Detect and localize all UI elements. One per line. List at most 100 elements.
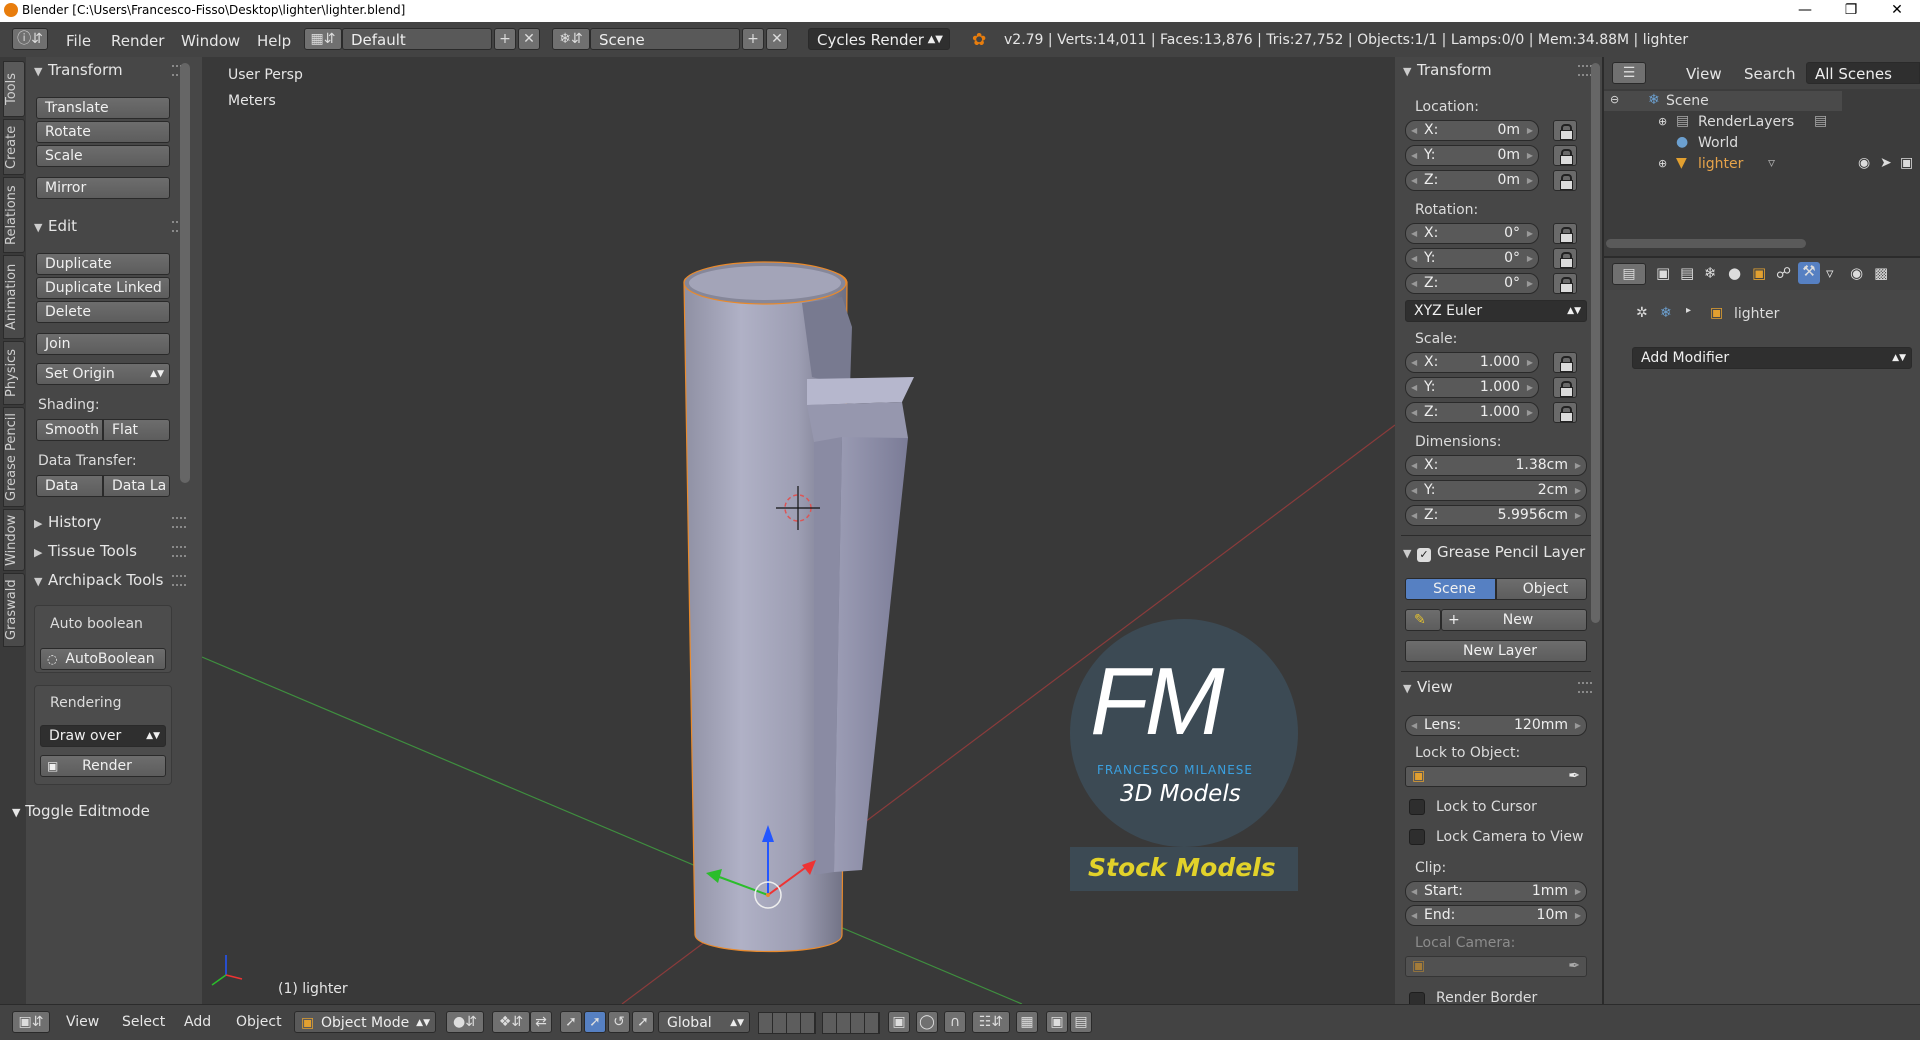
enable-checkbox[interactable]: ✓ (1417, 548, 1431, 562)
scene-tab-button[interactable]: Scene (1405, 578, 1496, 600)
lock-icon[interactable] (1553, 273, 1577, 294)
mirror-button[interactable]: Mirror (36, 177, 170, 199)
data-layout-button[interactable]: Data La (103, 475, 170, 497)
draw-over-select[interactable]: Draw over ▲▼ (40, 725, 166, 747)
lock-camera-to-view-checkbox[interactable] (1409, 829, 1425, 845)
outliner-item-renderlayers[interactable]: RenderLayers (1698, 114, 1794, 130)
3d-viewport[interactable]: User Persp Meters (1) lighter FM FRANCES… (202, 57, 1395, 1004)
scale-button[interactable]: Scale (36, 145, 170, 167)
location-y-field[interactable]: ◀ Y: 0m ▶ (1405, 145, 1539, 166)
drag-handle-icon[interactable] (172, 575, 186, 586)
rotation-x-field[interactable]: ◀ X: 0° ▶ (1405, 223, 1539, 244)
scale-manipulator-icon[interactable]: ↺ (608, 1011, 630, 1033)
snap-toggle-icon[interactable]: ∩ (944, 1011, 966, 1033)
object-mode-select[interactable]: ▣ Object Mode ▲▼ (294, 1011, 436, 1033)
tab-window[interactable]: Window (3, 509, 25, 571)
lock-icon[interactable] (1553, 145, 1577, 166)
texture-tab-icon[interactable]: ▩ (1874, 264, 1888, 282)
opengl-render-icon[interactable]: ▣ (1046, 1011, 1068, 1033)
world-tab-icon[interactable]: ● (1728, 264, 1741, 282)
rotate-button[interactable]: Rotate (36, 121, 170, 143)
render-engine-select[interactable]: Cycles Render ▲▼ (808, 28, 950, 50)
outliner-item-scene[interactable]: Scene (1666, 93, 1709, 109)
remove-scene-button[interactable]: ✕ (766, 28, 788, 50)
expand-icon[interactable]: ⊕ (1658, 157, 1667, 170)
tab-create[interactable]: Create (3, 119, 25, 175)
grease-pencil-icon[interactable]: ✎ (1405, 609, 1441, 631)
lock-icon[interactable] (1553, 377, 1577, 398)
screen-layout-field[interactable]: Default (342, 28, 492, 50)
menu-view[interactable]: View (66, 1014, 99, 1030)
outliner-editor-type-icon[interactable]: ☰ (1612, 62, 1646, 84)
menu-select[interactable]: Select (122, 1014, 165, 1030)
layers-grid-icon[interactable] (822, 1012, 880, 1034)
transform-orientation-select[interactable]: Global ▲▼ (658, 1011, 750, 1033)
n-panel-scrollbar[interactable] (1591, 63, 1600, 623)
location-x-field[interactable]: ◀ X: 0m ▶ (1405, 120, 1539, 141)
object-tab-icon[interactable]: ▣ (1752, 264, 1766, 282)
add-scene-button[interactable]: + (742, 28, 764, 50)
drag-handle-icon[interactable] (172, 546, 186, 557)
lock-to-cursor-checkbox[interactable] (1409, 799, 1425, 815)
remove-layout-button[interactable]: ✕ (518, 28, 540, 50)
lens-field[interactable]: ◀ Lens: 120mm ▶ (1405, 715, 1587, 736)
render-layers-tab-icon[interactable]: ▤ (1680, 264, 1694, 282)
outliner-search-menu[interactable]: Search (1744, 65, 1796, 83)
history-panel-header[interactable]: ▶ History (34, 513, 101, 531)
edit-panel-header[interactable]: ▼ Edit (34, 217, 77, 235)
lock-icon[interactable] (1553, 223, 1577, 244)
set-origin-select[interactable]: Set Origin ▲▼ (36, 363, 170, 385)
autoboolean-button[interactable]: ◌ AutoBoolean (40, 648, 166, 670)
scene-tab-icon[interactable]: ❄ (1704, 264, 1717, 282)
lock-to-object-field[interactable]: ▣ ✒ (1405, 766, 1587, 787)
outliner-display-mode-select[interactable]: All Scenes (1806, 62, 1920, 84)
data-tab-icon[interactable]: ▿ (1826, 264, 1834, 282)
layers-grid-icon[interactable] (758, 1012, 816, 1034)
outliner-item-lighter[interactable]: lighter (1698, 156, 1743, 172)
data-button[interactable]: Data (36, 475, 103, 497)
drag-handle-icon[interactable] (1578, 682, 1592, 693)
transform-panel-header[interactable]: ▼ Transform (34, 61, 123, 79)
visibility-eye-icon[interactable]: ◉ (1858, 155, 1870, 171)
grease-pencil-layer-header[interactable]: ▼ ✓ Grease Pencil Layer (1403, 543, 1593, 562)
toggle-editmode-header[interactable]: ▼ Toggle Editmode (0, 800, 202, 822)
tab-animation[interactable]: Animation (3, 255, 25, 339)
selectable-cursor-icon[interactable]: ➤ (1880, 155, 1892, 171)
minimize-button[interactable]: — (1782, 0, 1828, 22)
pin-icon[interactable]: ✲ (1636, 305, 1648, 321)
lock-icon[interactable] (1553, 170, 1577, 191)
snap-target-icon[interactable]: ▦ (1016, 1011, 1038, 1033)
menu-help[interactable]: Help (257, 32, 291, 50)
delete-button[interactable]: Delete (36, 301, 170, 323)
menu-render[interactable]: Render (111, 32, 164, 50)
menu-add[interactable]: Add (184, 1014, 211, 1030)
outliner-item-world[interactable]: World (1698, 135, 1738, 151)
clip-start-field[interactable]: ◀ Start: 1mm ▶ (1405, 881, 1587, 902)
scene-field[interactable]: Scene (590, 28, 740, 50)
modifiers-wrench-icon[interactable]: ⚒ (1798, 262, 1820, 284)
dimensions-x-field[interactable]: ◀ X: 1.38cm ▶ (1405, 455, 1587, 476)
add-modifier-select[interactable]: Add Modifier ▲▼ (1632, 347, 1912, 369)
viewport-shading-icon[interactable]: ●⇵ (446, 1011, 484, 1033)
lock-camera-layers-icon[interactable]: ▣ (888, 1011, 910, 1033)
expand-icon[interactable]: ⊕ (1658, 115, 1667, 128)
properties-editor-type-icon[interactable]: ▤ (1612, 263, 1646, 285)
new-grease-pencil-button[interactable]: + New (1441, 609, 1587, 631)
area-divider[interactable] (1602, 256, 1920, 258)
menu-window[interactable]: Window (181, 32, 240, 50)
scale-handle-icon[interactable]: ➚ (632, 1011, 654, 1033)
render-tab-icon[interactable]: ▣ (1656, 264, 1670, 282)
snap-element-icon[interactable]: ☷⇵ (972, 1011, 1010, 1033)
tissue-tools-panel-header[interactable]: ▶ Tissue Tools (34, 542, 137, 560)
drag-handle-icon[interactable] (172, 517, 186, 528)
proportional-edit-icon[interactable]: ◯ (916, 1011, 938, 1033)
drag-handle-icon[interactable] (1578, 65, 1592, 76)
smooth-button[interactable]: Smooth (36, 419, 103, 441)
collapse-icon[interactable]: ⊖ (1610, 93, 1619, 106)
clip-end-field[interactable]: ◀ End: 10m ▶ (1405, 905, 1587, 926)
render-button[interactable]: ▣ Render (40, 755, 166, 777)
lock-icon[interactable] (1553, 120, 1577, 141)
tab-graswald[interactable]: Graswald (3, 573, 25, 647)
join-button[interactable]: Join (36, 333, 170, 355)
outliner-view-menu[interactable]: View (1686, 65, 1722, 83)
